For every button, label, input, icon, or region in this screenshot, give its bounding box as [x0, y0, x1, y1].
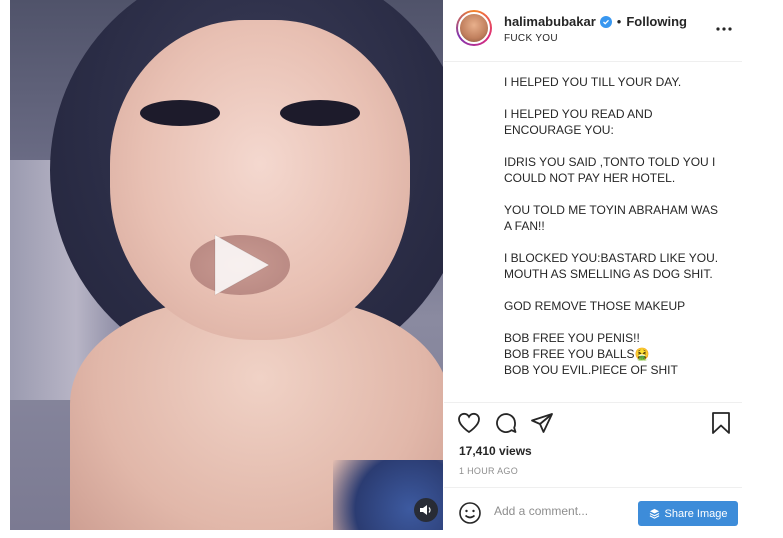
- left-eye: [140, 100, 220, 126]
- right-eye: [280, 100, 360, 126]
- caption-paragraph: I HELPED YOU READ AND ENCOURAGE YOU:: [504, 107, 653, 137]
- header-meta: halimabubakar • Following: [504, 14, 687, 29]
- heart-icon[interactable]: [456, 410, 482, 436]
- comment-bar: Share Image: [444, 487, 742, 538]
- share-image-button[interactable]: Share Image: [638, 501, 738, 526]
- verified-badge-icon: [599, 15, 612, 28]
- more-options-icon[interactable]: [714, 19, 734, 39]
- speaker-icon[interactable]: [414, 498, 438, 522]
- caption-paragraph: YOU TOLD ME TOYIN ABRAHAM WAS A FAN!!: [504, 203, 719, 233]
- play-icon[interactable]: [207, 233, 271, 297]
- post-caption: I HELPED YOU TILL YOUR DAY. I HELPED YOU…: [504, 74, 736, 378]
- caption-paragraph: GOD REMOVE THOSE MAKEUP: [504, 299, 686, 313]
- comment-icon[interactable]: [493, 410, 519, 436]
- caption-paragraph: BOB FREE YOU PENIS!! BOB FREE YOU BALLS🤮 B…: [504, 331, 678, 377]
- post-timestamp[interactable]: 1 HOUR AGO: [459, 466, 518, 476]
- send-icon[interactable]: [529, 410, 555, 436]
- views-count[interactable]: 17,410 views: [459, 444, 532, 458]
- avatar[interactable]: [456, 10, 492, 46]
- emoji-icon[interactable]: [458, 501, 482, 525]
- post-details-panel: halimabubakar • Following FUCK YOU I HEL…: [444, 0, 742, 538]
- caption-paragraph: I HELPED YOU TILL YOUR DAY.: [504, 75, 682, 89]
- separator-dot: •: [616, 14, 622, 29]
- share-image-label: Share Image: [664, 507, 728, 520]
- location-link[interactable]: FUCK YOU: [504, 33, 558, 44]
- caption-paragraph: IDRIS YOU SAID ,TONTO TOLD YOU I COULD NO…: [504, 155, 716, 185]
- actions-divider: [444, 402, 742, 403]
- post-header: halimabubakar • Following FUCK YOU: [444, 0, 742, 62]
- layers-icon: [649, 508, 659, 519]
- username-link[interactable]: halimabubakar: [504, 14, 596, 29]
- bookmark-icon[interactable]: [708, 410, 734, 436]
- post-video[interactable]: [10, 0, 443, 530]
- comment-input[interactable]: [494, 504, 634, 518]
- following-button[interactable]: Following: [626, 14, 687, 29]
- caption-paragraph: I BLOCKED YOU:BASTARD LIKE YOU. MOUTH AS …: [504, 251, 719, 281]
